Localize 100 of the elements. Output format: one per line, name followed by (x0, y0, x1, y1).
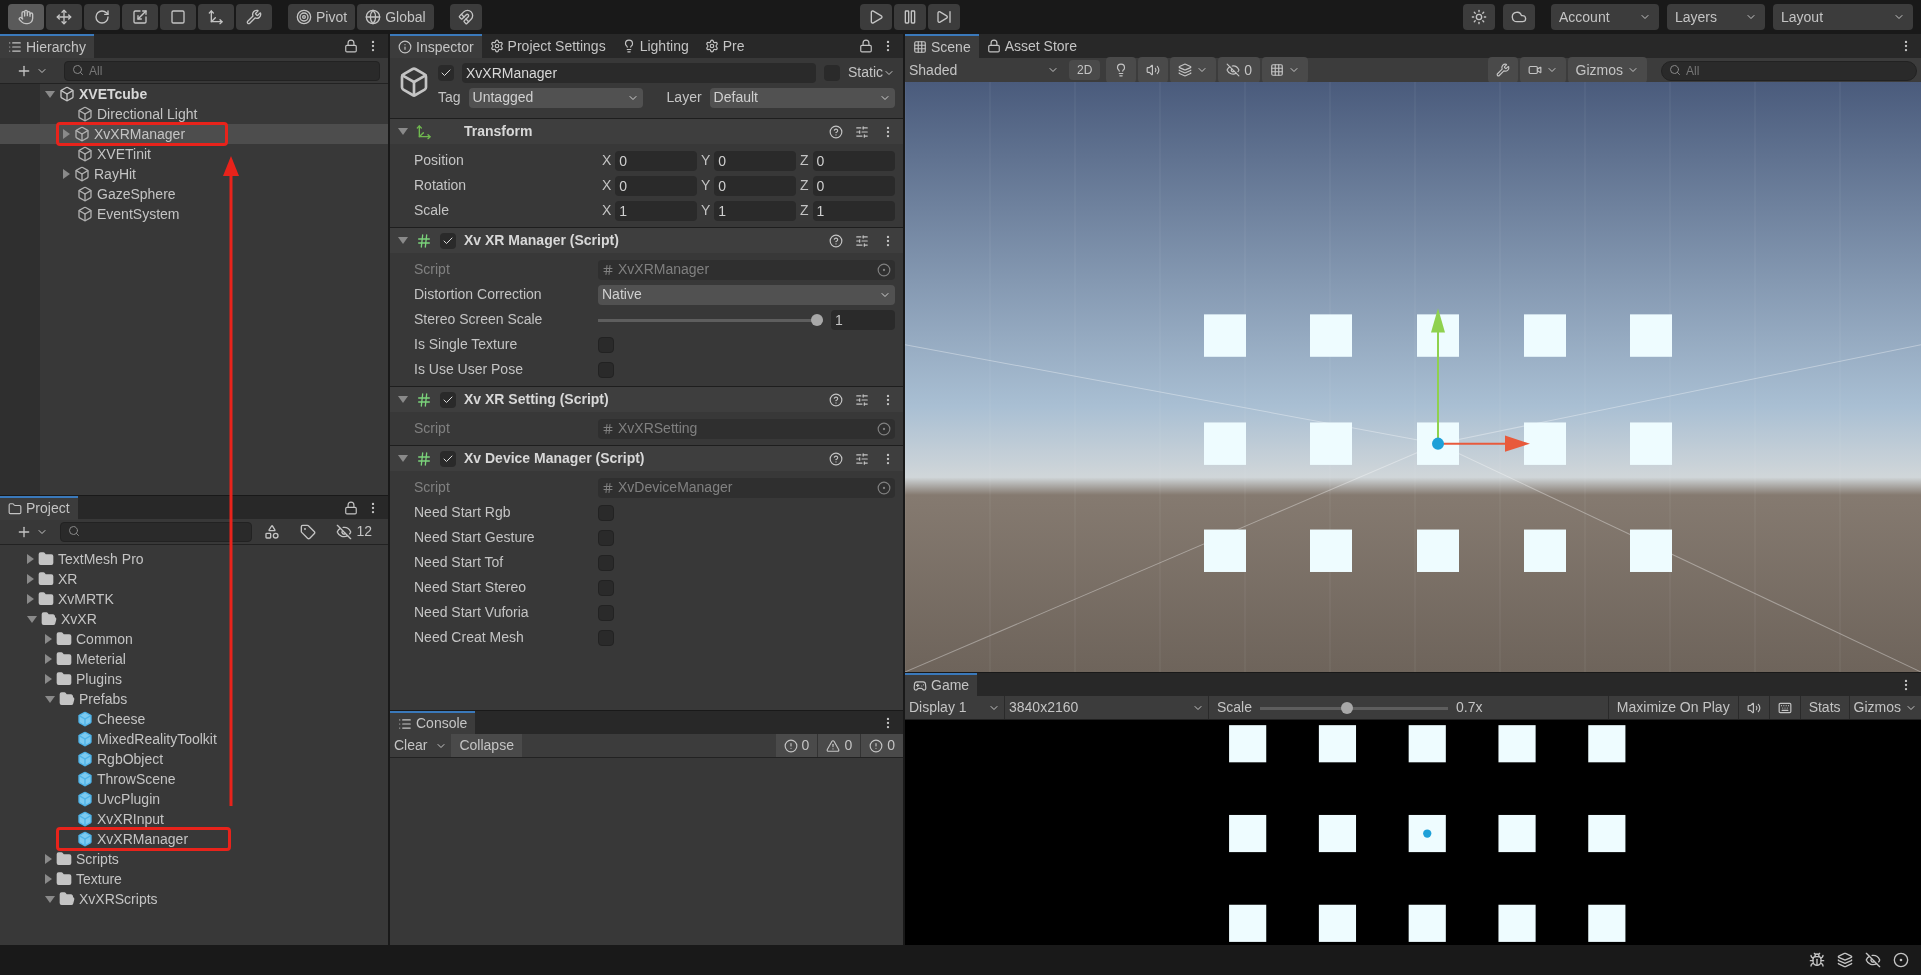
tree-row[interactable]: Scripts (0, 849, 388, 869)
expand-arrow-icon[interactable] (398, 237, 408, 244)
resolution-dropdown[interactable]: 3840x2160 (1005, 696, 1209, 719)
tree-row[interactable]: Texture (0, 869, 388, 889)
slider[interactable] (1260, 701, 1449, 714)
stats-toggle[interactable]: Stats (1800, 696, 1850, 719)
number-field[interactable]: 0 (615, 150, 697, 171)
number-field[interactable]: 0 (714, 150, 796, 171)
account-dropdown[interactable]: Account (1551, 4, 1659, 30)
tree-row[interactable]: MixedRealityToolkit (0, 729, 388, 749)
layout-dropdown[interactable]: Layout (1773, 4, 1913, 30)
expand-arrow-icon[interactable] (398, 396, 408, 403)
expand-arrow-icon[interactable] (398, 128, 408, 135)
tool-button[interactable] (8, 4, 44, 30)
checkbox[interactable] (440, 391, 456, 408)
number-field[interactable]: 1 (615, 200, 697, 221)
tool-button[interactable] (160, 4, 196, 30)
tree-row[interactable]: EventSystem (0, 204, 388, 224)
panel-tab[interactable]: Game (905, 672, 978, 697)
object-picker-icon[interactable] (877, 421, 891, 436)
number-field[interactable]: 0 (615, 175, 697, 196)
tool-button[interactable] (84, 4, 120, 30)
search-field[interactable] (60, 522, 253, 542)
tree-row[interactable]: RgbObject (0, 749, 388, 769)
tree-row[interactable]: XvXRScripts (0, 889, 388, 909)
layers-dropdown[interactable]: Layers (1667, 4, 1765, 30)
name-field[interactable]: XvXRManager (462, 62, 816, 83)
clear-button[interactable]: Clear (390, 734, 432, 757)
tree-row[interactable]: Cheese (0, 709, 388, 729)
checkbox[interactable] (440, 450, 456, 467)
tool-button[interactable] (198, 4, 234, 30)
component-header[interactable]: Xv XR Setting (Script) (390, 386, 903, 412)
tree-row[interactable]: Common (0, 629, 388, 649)
object-picker-icon[interactable] (877, 262, 891, 277)
camera-dropdown[interactable] (1519, 57, 1566, 83)
checkbox[interactable] (438, 64, 454, 81)
grid-dropdown[interactable] (1262, 57, 1309, 83)
collapse-button[interactable]: Collapse (451, 734, 522, 757)
tree-row[interactable]: XvXRManager (0, 124, 388, 144)
static-dropdown[interactable]: Static (848, 62, 895, 83)
dropdown[interactable]: Native (598, 284, 895, 305)
collapse-arrow-icon[interactable] (63, 129, 70, 139)
effects-dropdown[interactable] (1170, 57, 1217, 83)
shading-dropdown[interactable]: Shaded (909, 58, 1059, 82)
services-button[interactable] (1463, 4, 1495, 30)
slider-thumb[interactable] (1341, 701, 1353, 714)
panel-tab[interactable]: Inspector (390, 34, 482, 58)
tree-row[interactable]: XVETcube (0, 84, 388, 104)
expand-arrow-icon[interactable] (398, 455, 408, 462)
step-button[interactable] (927, 4, 960, 30)
tool-button[interactable] (236, 4, 272, 30)
component-header[interactable]: Xv Device Manager (Script) (390, 445, 903, 471)
gizmos-dropdown[interactable]: Gizmos (1849, 696, 1921, 719)
panel-tab[interactable]: Project (0, 495, 78, 520)
tree-row[interactable]: ThrowScene (0, 769, 388, 789)
tree-row[interactable]: XvXR (0, 609, 388, 629)
tree-row[interactable]: XvXRManager (0, 829, 388, 849)
tree-row[interactable]: UvcPlugin (0, 789, 388, 809)
tree-row[interactable]: Directional Light (0, 104, 388, 124)
panel-tab[interactable]: Console (390, 710, 476, 735)
object-picker-icon[interactable] (877, 480, 891, 495)
tree-row[interactable]: RayHit (0, 164, 388, 184)
number-field[interactable]: 1 (714, 200, 796, 221)
error-count-button[interactable]: 0 (861, 734, 903, 757)
number-field[interactable]: 0 (812, 175, 895, 196)
slider[interactable] (598, 313, 823, 326)
number-field[interactable]: 0 (714, 175, 796, 196)
tree-row[interactable]: XVETinit (0, 144, 388, 164)
search-field[interactable]: All (1661, 60, 1917, 81)
pivot-button[interactable]: Pivot (288, 4, 356, 30)
number-field[interactable]: 0 (812, 150, 895, 171)
number-field[interactable]: 1 (812, 200, 895, 221)
play-button[interactable] (859, 4, 892, 30)
tree-row[interactable]: Plugins (0, 669, 388, 689)
number-field[interactable]: 1 (831, 309, 895, 330)
panel-tab[interactable]: Hierarchy (0, 34, 94, 58)
tool-button[interactable] (122, 4, 158, 30)
2d-toggle[interactable]: 2D (1069, 60, 1101, 80)
component-header[interactable]: Xv XR Manager (Script) (390, 227, 903, 253)
gizmos-dropdown[interactable]: Gizmos (1567, 57, 1647, 83)
search-field[interactable]: All (64, 61, 380, 81)
pause-button[interactable] (893, 4, 926, 30)
tree-row[interactable]: Meterial (0, 649, 388, 669)
tree-row[interactable]: XvXRInput (0, 809, 388, 829)
tool-button[interactable] (46, 4, 82, 30)
maximize-toggle[interactable]: Maximize On Play (1608, 696, 1739, 719)
checkbox[interactable] (440, 232, 456, 249)
log-count-button[interactable]: 0 (775, 734, 819, 757)
component-header[interactable]: Transform (390, 118, 903, 144)
lighting-toggle[interactable] (1106, 57, 1137, 83)
audio-toggle[interactable] (1138, 57, 1169, 83)
tree-row[interactable]: GazeSphere (0, 184, 388, 204)
tree-row[interactable]: XR (0, 569, 388, 589)
slider-thumb[interactable] (811, 313, 823, 326)
collapse-arrow-icon[interactable] (63, 169, 70, 179)
tag-dropdown[interactable]: Untagged (468, 87, 643, 108)
tools-button[interactable] (1487, 57, 1518, 83)
tree-row[interactable]: XvMRTK (0, 589, 388, 609)
display-dropdown[interactable]: Display 1 (905, 696, 1005, 719)
tree-row[interactable]: TextMesh Pro (0, 549, 388, 569)
